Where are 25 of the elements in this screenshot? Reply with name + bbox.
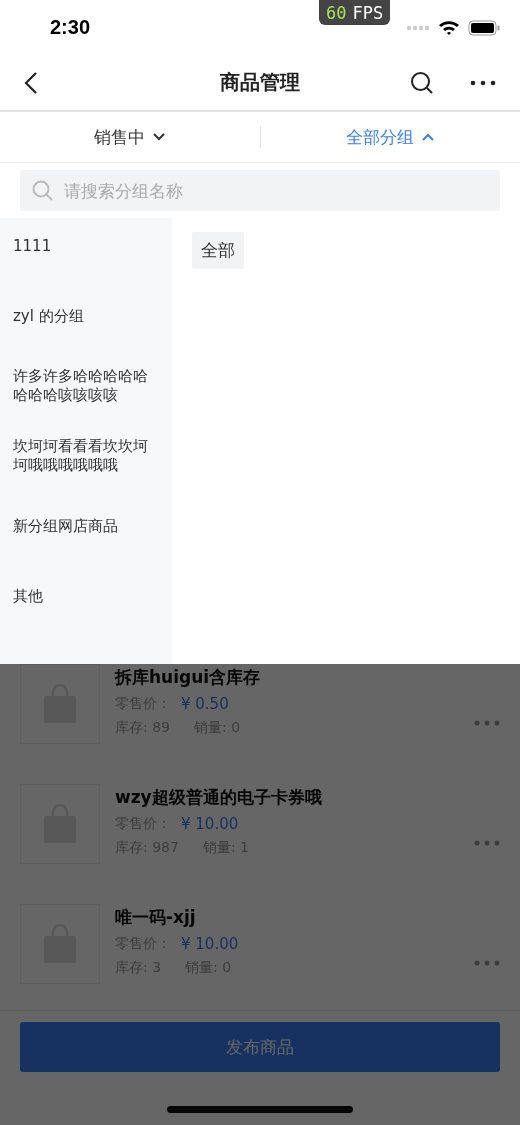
chevron-down-icon (153, 133, 166, 141)
status-time: 2:30 (50, 16, 92, 39)
search-field[interactable]: 请搜索分组名称 (20, 170, 500, 211)
battery-icon (468, 19, 500, 36)
chevron-up-icon (422, 133, 435, 141)
category-item[interactable]: 1111 (0, 218, 172, 288)
product-price: ¥ 10.00 (181, 815, 239, 833)
category-item[interactable]: 坎坷坷看看看坎坎坷坷哦哦哦哦哦哦 (0, 428, 172, 498)
filter-dropdown[interactable]: 全部分组 (260, 124, 520, 150)
product-name: 拆库huigui含库存 (115, 666, 261, 689)
filter-dropdown[interactable]: 销售中 (0, 124, 260, 150)
product-name: wzy超级普通的电子卡券哦 (115, 786, 322, 809)
group-tag[interactable]: 全部 (192, 232, 244, 269)
wifi-icon (438, 19, 460, 36)
category-item[interactable]: 许多许多哈哈哈哈哈哈哈哈咳咳咳咳 (0, 358, 172, 428)
signal-icon (406, 24, 430, 31)
category-item[interactable]: zyl 的分组 (0, 288, 172, 358)
search-icon (32, 180, 54, 202)
product-price: ¥ 10.00 (181, 935, 239, 953)
category-item[interactable]: 其他 (0, 568, 172, 638)
fps-badge: 60 FPS (319, 0, 391, 25)
product-name: 唯一码-xjj (115, 906, 197, 929)
page-title: 商品管理 (220, 69, 300, 96)
product-price: ¥ 0.50 (181, 695, 229, 713)
category-item[interactable]: 新分组网店商品 (0, 498, 172, 568)
